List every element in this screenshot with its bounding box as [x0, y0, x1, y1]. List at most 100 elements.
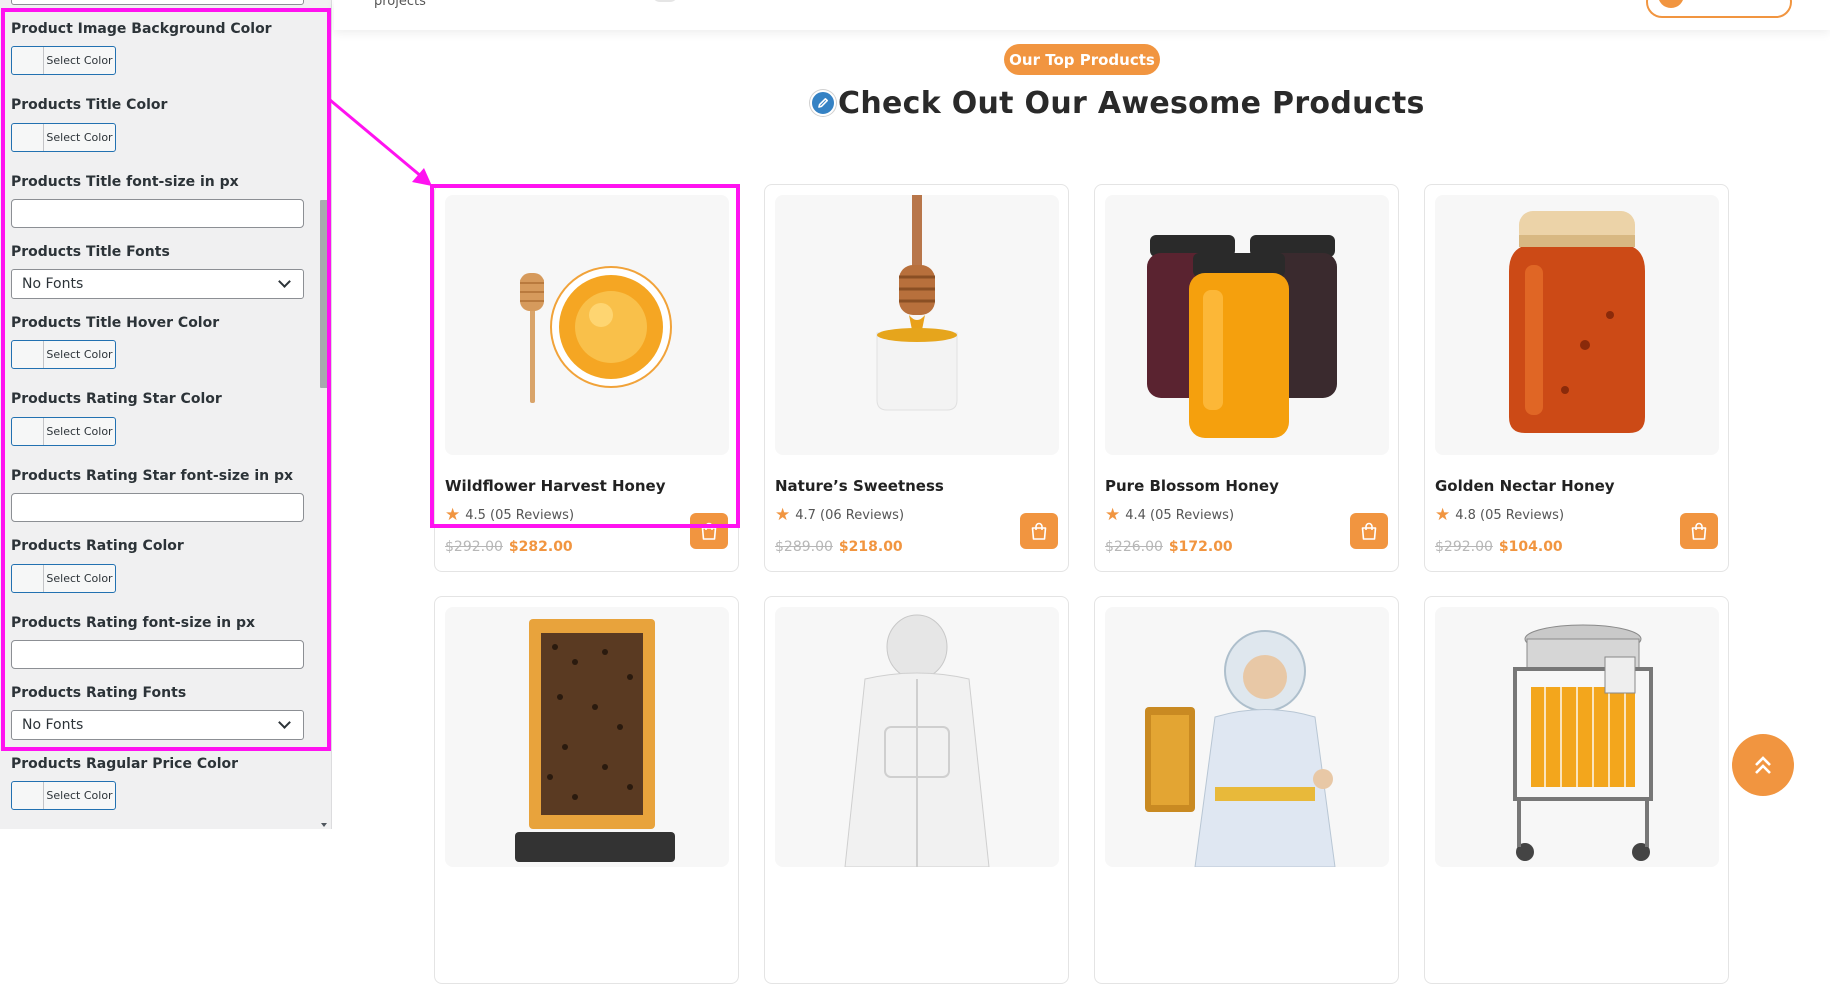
product-rating: ★ 4.7 (06 Reviews) — [775, 507, 904, 524]
rating-text: 4.4 (05 Reviews) — [1125, 508, 1235, 523]
color-swatch — [12, 565, 44, 592]
select-value: No Fonts — [22, 717, 84, 733]
field-label: Products Title Hover Color — [11, 315, 220, 331]
product-image[interactable] — [445, 195, 729, 455]
title-color-button[interactable]: Select Color — [11, 123, 116, 152]
product-image[interactable] — [1435, 607, 1719, 867]
add-to-cart-button[interactable] — [1680, 513, 1718, 549]
scroll-to-top-button[interactable] — [1732, 734, 1794, 796]
product-card[interactable]: Pure Blossom Honey ★ 4.4 (05 Reviews) $22… — [1094, 184, 1399, 572]
product-card[interactable] — [434, 596, 739, 984]
color-swatch — [12, 124, 44, 151]
product-title[interactable]: Wildflower Harvest Honey — [445, 477, 665, 495]
chevron-down-icon — [278, 275, 291, 288]
color-swatch — [12, 47, 44, 74]
field-label: Products Ragular Price Color — [11, 756, 239, 772]
rating-color-button[interactable]: Select Color — [11, 564, 116, 593]
product-card[interactable] — [1424, 596, 1729, 984]
product-image[interactable] — [1435, 195, 1719, 455]
rating-star-font-size-input[interactable] — [11, 493, 304, 522]
double-chevron-up-icon — [1755, 756, 1771, 774]
select-color-label: Select Color — [46, 348, 113, 361]
product-card[interactable] — [764, 596, 1069, 984]
shopping-bag-icon — [1691, 522, 1707, 540]
sale-price: $218.00 — [838, 539, 903, 555]
product-card[interactable]: Golden Nectar Honey ★ 4.8 (05 Reviews) $2… — [1424, 184, 1729, 572]
title-fonts-select[interactable]: No Fonts — [11, 269, 304, 299]
product-prices: $289.00 $218.00 — [775, 539, 903, 555]
product-title[interactable]: Pure Blossom Honey — [1105, 477, 1279, 495]
add-to-cart-button[interactable] — [1020, 513, 1058, 549]
rating-font-size-input[interactable] — [11, 640, 304, 669]
product-image[interactable] — [775, 195, 1059, 455]
section-title: Check Out Our Awesome Products — [838, 86, 1425, 121]
regular-price: $289.00 — [775, 539, 833, 555]
shopping-bag-icon — [1031, 522, 1047, 540]
field-label: Products Rating Star font-size in px — [11, 468, 294, 484]
honey-dipper-bowl-image — [520, 266, 672, 403]
scrollbar-thumb[interactable] — [320, 200, 328, 388]
header-icon — [652, 0, 678, 2]
select-color-label: Select Color — [46, 572, 113, 585]
select-color-label: Select Color — [46, 131, 113, 144]
regular-price: $292.00 — [445, 539, 503, 555]
scroll-down-arrow-icon[interactable] — [321, 823, 327, 827]
honey-extractor-machine-image — [1513, 624, 1653, 861]
three-jars-image — [1147, 235, 1337, 438]
rating-fonts-select[interactable]: No Fonts — [11, 710, 304, 740]
product-title[interactable]: Golden Nectar Honey — [1435, 477, 1615, 495]
product-title[interactable]: Nature’s Sweetness — [775, 477, 944, 495]
add-to-cart-button[interactable] — [690, 513, 728, 549]
color-swatch — [12, 341, 44, 368]
product-image[interactable] — [1105, 195, 1389, 455]
beekeeper-suit-image — [844, 614, 990, 867]
regular-price-color-button[interactable]: Select Color — [11, 781, 116, 810]
field-label: Products Rating Color — [11, 538, 184, 554]
rating-text: 4.5 (05 Reviews) — [465, 508, 575, 523]
field-label: Products Title font-size in px — [11, 174, 239, 190]
regular-price: $226.00 — [1105, 539, 1163, 555]
beekeeper-holding-frame-image — [1145, 630, 1336, 867]
product-rating: ★ 4.8 (05 Reviews) — [1435, 507, 1564, 524]
product-card[interactable] — [1094, 596, 1399, 984]
field-label: Products Rating font-size in px — [11, 615, 256, 631]
product-card[interactable]: Nature’s Sweetness ★ 4.7 (06 Reviews) $28… — [764, 184, 1069, 572]
honeycomb-frame-bees-image — [515, 619, 675, 862]
product-card[interactable]: Wildflower Harvest Honey ★ 4.5 (05 Review… — [434, 184, 739, 572]
previous-field-input[interactable] — [11, 0, 304, 5]
add-to-cart-button[interactable] — [1350, 513, 1388, 549]
select-value: No Fonts — [22, 276, 84, 292]
product-image[interactable] — [445, 607, 729, 867]
title-hover-color-button[interactable]: Select Color — [11, 340, 116, 369]
header-button[interactable] — [1646, 0, 1792, 18]
edit-pencil-icon[interactable] — [810, 90, 836, 116]
shopping-bag-icon — [701, 522, 717, 540]
select-color-label: Select Color — [46, 54, 113, 67]
sale-price: $282.00 — [508, 539, 573, 555]
site-header: projects — [334, 0, 1830, 30]
shopping-bag-icon — [1361, 522, 1377, 540]
sale-price: $172.00 — [1168, 539, 1233, 555]
field-label: Products Title Fonts — [11, 244, 170, 260]
rating-text: 4.8 (05 Reviews) — [1455, 508, 1565, 523]
product-image[interactable] — [1105, 607, 1389, 867]
select-color-label: Select Color — [46, 789, 113, 802]
single-jar-image — [1509, 211, 1645, 433]
product-prices: $226.00 $172.00 — [1105, 539, 1233, 555]
panel-scrollbar[interactable] — [318, 0, 330, 829]
field-label: Products Rating Fonts — [11, 685, 187, 701]
star-icon: ★ — [445, 505, 461, 525]
rating-text: 4.7 (06 Reviews) — [795, 508, 905, 523]
star-icon: ★ — [1105, 505, 1121, 525]
rating-star-color-button[interactable]: Select Color — [11, 417, 116, 446]
star-icon: ★ — [775, 505, 791, 525]
product-image[interactable] — [775, 607, 1059, 867]
color-swatch — [12, 782, 44, 809]
title-font-size-input[interactable] — [11, 199, 304, 228]
field-label: Products Rating Star Color — [11, 391, 222, 407]
product-prices: $292.00 $282.00 — [445, 539, 573, 555]
product-rating: ★ 4.5 (05 Reviews) — [445, 507, 574, 524]
honey-dipper-cup-image — [876, 195, 958, 411]
image-bg-color-button[interactable]: Select Color — [11, 46, 116, 75]
section-badge: Our Top Products — [1004, 44, 1160, 75]
